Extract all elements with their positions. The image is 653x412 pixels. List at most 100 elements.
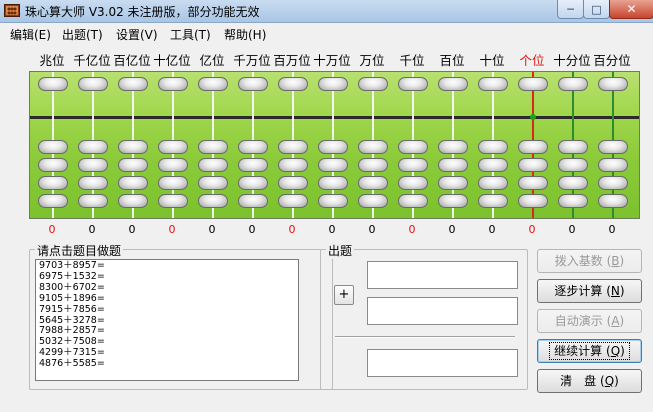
step-calc-button[interactable]: 逐步计算 (N) xyxy=(537,279,642,303)
auto-demo-button[interactable]: 自动演示 (A) xyxy=(537,309,642,333)
abacus-bead[interactable] xyxy=(38,77,68,91)
abacus-bead[interactable] xyxy=(118,176,148,190)
list-item[interactable]: 7915＋7856= xyxy=(39,304,295,316)
abacus-bead[interactable] xyxy=(358,77,388,91)
abacus-bead[interactable] xyxy=(318,158,348,172)
abacus-bead[interactable] xyxy=(38,158,68,172)
abacus-bead[interactable] xyxy=(558,140,588,154)
operand-1-field[interactable] xyxy=(367,261,518,289)
abacus-bead[interactable] xyxy=(518,176,548,190)
abacus-bead[interactable] xyxy=(118,194,148,208)
abacus-bead[interactable] xyxy=(278,140,308,154)
abacus-bead[interactable] xyxy=(478,77,508,91)
abacus-bead[interactable] xyxy=(78,176,108,190)
abacus-bead[interactable] xyxy=(158,140,188,154)
abacus-bead[interactable] xyxy=(318,194,348,208)
operand-2-field[interactable] xyxy=(367,297,518,325)
button-hotkey: Q xyxy=(610,344,621,358)
abacus-bead[interactable] xyxy=(158,77,188,91)
abacus-bead[interactable] xyxy=(38,194,68,208)
abacus-bead[interactable] xyxy=(278,194,308,208)
abacus-bead[interactable] xyxy=(278,77,308,91)
abacus-bead[interactable] xyxy=(438,158,468,172)
abacus-bead[interactable] xyxy=(398,77,428,91)
menu-help[interactable]: 帮助(H) xyxy=(224,26,266,43)
abacus-bead[interactable] xyxy=(38,176,68,190)
abacus-board[interactable] xyxy=(29,71,640,219)
abacus-bead[interactable] xyxy=(238,77,268,91)
menu-tools[interactable]: 工具(T) xyxy=(170,26,211,43)
abacus-bead[interactable] xyxy=(438,77,468,91)
abacus-bead[interactable] xyxy=(478,176,508,190)
abacus-bead[interactable] xyxy=(358,140,388,154)
list-item[interactable]: 4876＋5585= xyxy=(39,358,295,370)
abacus-bead[interactable] xyxy=(78,140,108,154)
abacus-bead[interactable] xyxy=(518,194,548,208)
abacus-bead[interactable] xyxy=(118,158,148,172)
abacus-bead[interactable] xyxy=(158,194,188,208)
abacus-bead[interactable] xyxy=(38,140,68,154)
abacus-bead[interactable] xyxy=(358,194,388,208)
abacus-bead[interactable] xyxy=(598,194,628,208)
abacus-bead[interactable] xyxy=(398,194,428,208)
abacus-bead[interactable] xyxy=(438,194,468,208)
abacus-bead[interactable] xyxy=(438,140,468,154)
abacus-bead[interactable] xyxy=(78,77,108,91)
continue-calc-button[interactable]: 继续计算 (Q) xyxy=(537,339,642,363)
abacus-bead[interactable] xyxy=(558,158,588,172)
abacus-bead[interactable] xyxy=(398,158,428,172)
abacus-bead[interactable] xyxy=(558,77,588,91)
abacus-bead[interactable] xyxy=(198,176,228,190)
maximize-button[interactable]: □ xyxy=(583,0,610,19)
dial-base-button[interactable]: 拨入基数 (B) xyxy=(537,249,642,273)
menu-question[interactable]: 出题(T) xyxy=(62,26,103,43)
abacus-bead[interactable] xyxy=(518,158,548,172)
abacus-bead[interactable] xyxy=(238,176,268,190)
abacus-bead[interactable] xyxy=(358,176,388,190)
menu-edit[interactable]: 编辑(E) xyxy=(10,26,51,43)
abacus-bead[interactable] xyxy=(438,176,468,190)
abacus-bead[interactable] xyxy=(558,176,588,190)
abacus-bead[interactable] xyxy=(318,140,348,154)
abacus-bead[interactable] xyxy=(238,194,268,208)
abacus-bead[interactable] xyxy=(318,77,348,91)
abacus-bead[interactable] xyxy=(398,176,428,190)
problem-list[interactable]: 9703＋8957= 6975＋1532= 8300＋6702= 9105＋1896=… xyxy=(35,259,299,381)
abacus-bead[interactable] xyxy=(478,140,508,154)
abacus-bead[interactable] xyxy=(118,77,148,91)
abacus-bead[interactable] xyxy=(278,176,308,190)
abacus-bead[interactable] xyxy=(278,158,308,172)
title-bar[interactable]: 珠心算大师 V3.02 未注册版，部分功能无效 ─ □ ✕ xyxy=(0,0,653,23)
abacus-bead[interactable] xyxy=(158,176,188,190)
abacus-bead[interactable] xyxy=(198,77,228,91)
abacus-bead[interactable] xyxy=(598,140,628,154)
abacus-bead[interactable] xyxy=(158,158,188,172)
abacus-bead[interactable] xyxy=(598,176,628,190)
abacus-bead[interactable] xyxy=(118,140,148,154)
abacus-bead[interactable] xyxy=(358,158,388,172)
clear-board-button[interactable]: 清 盘 (Q) xyxy=(537,369,642,393)
abacus-bead[interactable] xyxy=(238,140,268,154)
abacus-beam xyxy=(30,116,639,119)
abacus-bead[interactable] xyxy=(598,77,628,91)
answer-field[interactable] xyxy=(367,349,518,377)
abacus-bead[interactable] xyxy=(598,158,628,172)
abacus-bead[interactable] xyxy=(518,140,548,154)
minimize-button[interactable]: ─ xyxy=(557,0,584,19)
abacus-bead[interactable] xyxy=(198,194,228,208)
abacus-bead[interactable] xyxy=(198,158,228,172)
abacus-bead[interactable] xyxy=(518,77,548,91)
abacus-bead[interactable] xyxy=(478,158,508,172)
operator-button[interactable]: + xyxy=(334,285,354,305)
abacus-bead[interactable] xyxy=(198,140,228,154)
abacus-bead[interactable] xyxy=(398,140,428,154)
abacus-bead[interactable] xyxy=(238,158,268,172)
abacus-bead[interactable] xyxy=(478,194,508,208)
list-item[interactable]: 9105＋1896= xyxy=(39,293,295,305)
abacus-bead[interactable] xyxy=(78,158,108,172)
menu-settings[interactable]: 设置(V) xyxy=(116,26,158,43)
abacus-bead[interactable] xyxy=(78,194,108,208)
abacus-bead[interactable] xyxy=(318,176,348,190)
close-button[interactable]: ✕ xyxy=(609,0,653,19)
abacus-bead[interactable] xyxy=(558,194,588,208)
